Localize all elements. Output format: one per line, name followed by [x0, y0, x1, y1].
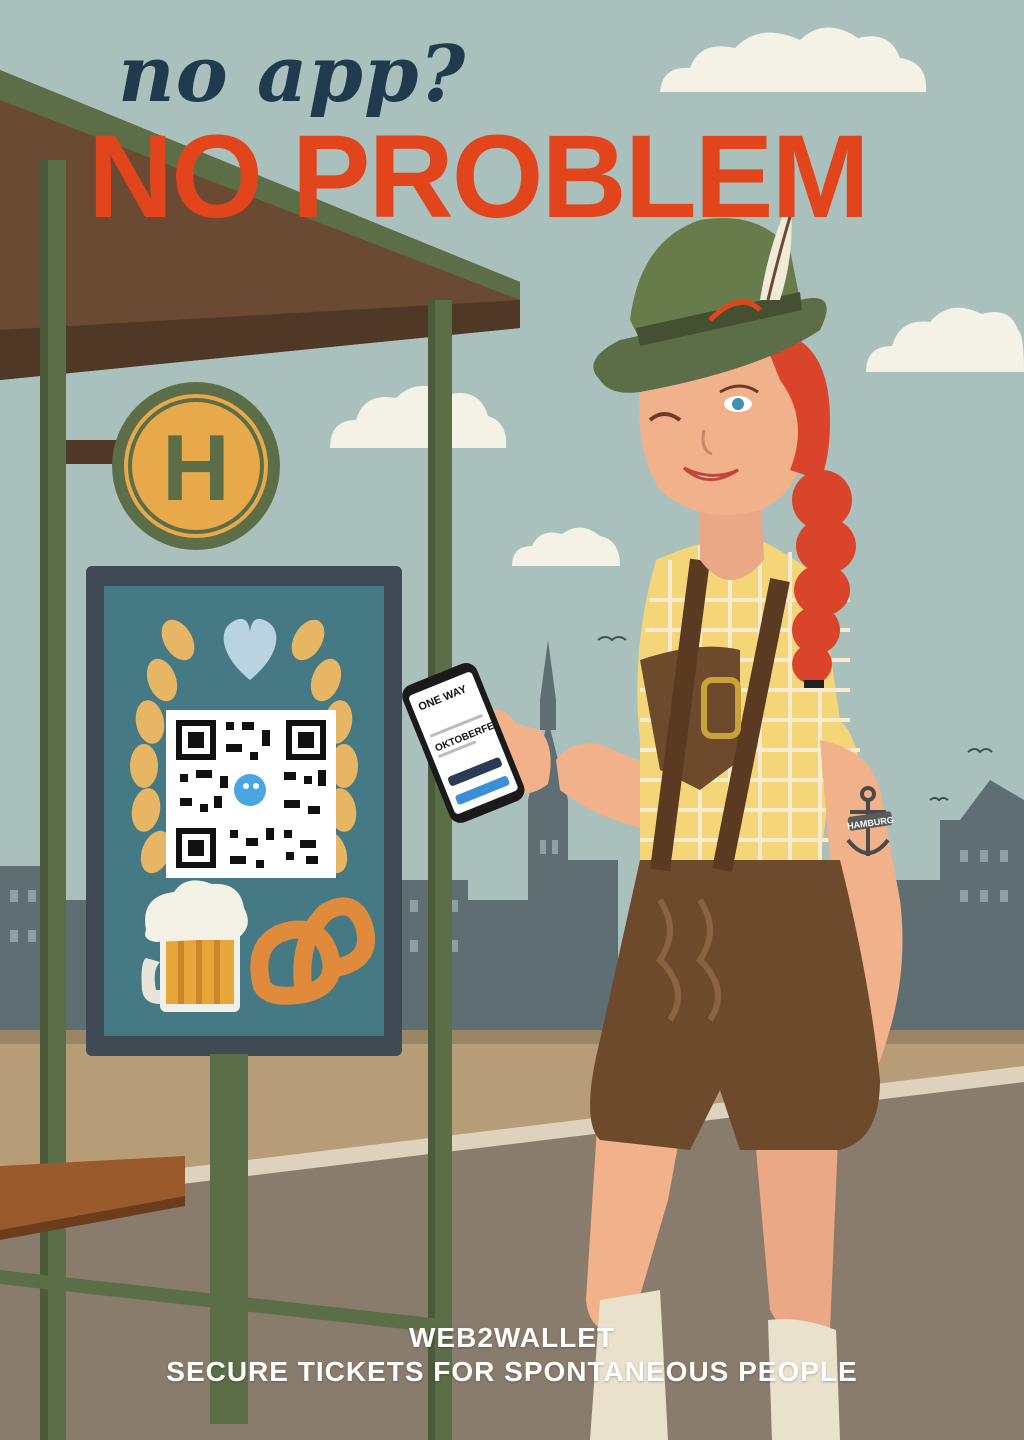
headline-small: no app? — [118, 29, 467, 120]
mascot-icon — [234, 774, 266, 806]
poster: H ONE WAY OKTOBERFE HAMBURG NO PROBLEM n… — [0, 0, 1024, 1440]
brand-slogan: SECURE TICKETS FOR SPONTANEOUS PEOPLE — [166, 1356, 858, 1387]
brand-name: WEB2WALLET — [409, 1322, 615, 1353]
headline-large: NO PROBLEM — [88, 111, 870, 243]
bus-stop-sign — [112, 382, 280, 550]
qr-code — [166, 710, 336, 878]
